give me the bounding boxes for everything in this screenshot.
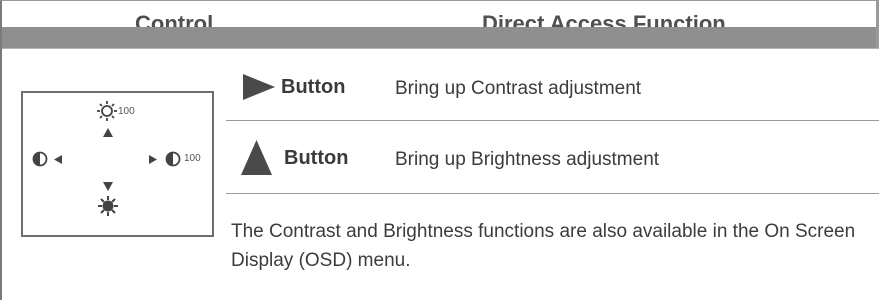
row-divider xyxy=(226,193,879,194)
down-arrow-icon xyxy=(103,182,113,191)
right-arrow-icon xyxy=(149,155,157,164)
sun-outline-icon xyxy=(97,101,117,121)
header-divider xyxy=(2,48,879,49)
right-triangle-icon xyxy=(243,74,275,100)
up-triangle-icon xyxy=(241,140,272,175)
osd-control-diagram: 100 100 xyxy=(21,91,214,237)
brightness-button-label: Button xyxy=(284,147,349,169)
header-bar xyxy=(2,27,876,48)
row-divider xyxy=(226,120,879,121)
contrast-value: 100 xyxy=(184,153,201,164)
up-arrow-icon xyxy=(103,128,113,137)
contrast-button-label: Button xyxy=(281,76,346,98)
contrast-half-icon xyxy=(32,151,48,167)
sun-filled-icon xyxy=(98,196,118,216)
osd-note-text: The Contrast and Brightness functions ar… xyxy=(231,221,856,271)
brightness-description: Bring up Brightness adjustment xyxy=(395,149,660,170)
brightness-value: 100 xyxy=(118,106,135,117)
contrast-description: Bring up Contrast adjustment xyxy=(395,78,642,99)
left-arrow-icon xyxy=(54,155,62,164)
contrast-half-icon xyxy=(165,151,181,167)
